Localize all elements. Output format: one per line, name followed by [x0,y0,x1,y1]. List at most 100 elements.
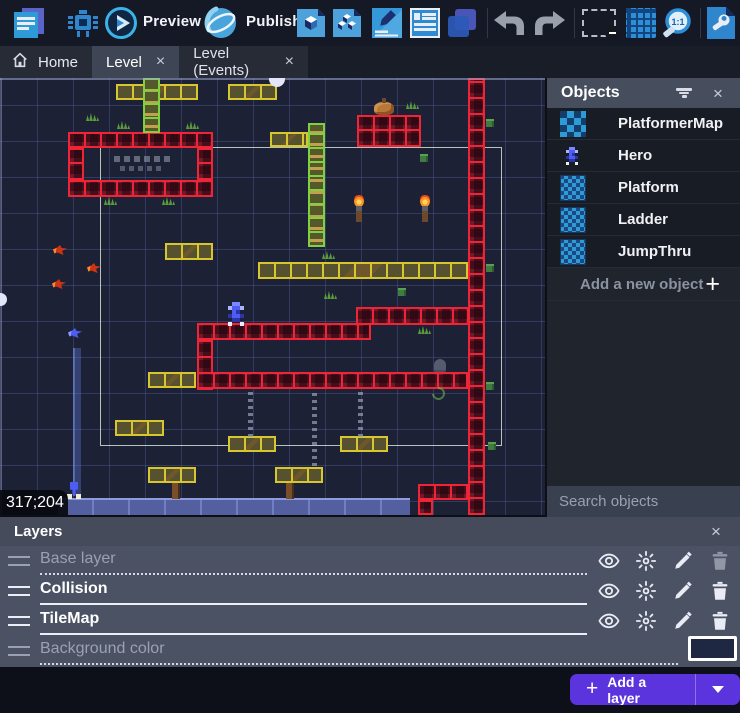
tab-level[interactable]: Level × [92,46,179,78]
tile-chain [312,389,317,466]
layer-name[interactable]: TileMap [40,610,99,628]
visibility-eye-icon[interactable] [597,549,621,573]
debug-icon[interactable] [66,6,100,45]
torch-sprite [418,194,432,222]
scene-edit-pencil-icon[interactable] [372,8,402,43]
toolbar-separator [574,8,575,38]
grass-sprite [186,120,199,129]
project-manager-icon[interactable] [12,6,46,45]
chevron-down-icon [712,686,724,693]
tab-home[interactable]: Home [0,46,92,78]
object-row-platformermap[interactable]: PlatformerMap [547,108,740,140]
trash-icon[interactable] [708,549,732,573]
hero-sprite[interactable] [228,302,232,306]
effects-icon[interactable] [634,549,658,573]
visibility-eye-icon[interactable] [597,609,621,633]
object-name: Platform [618,179,679,196]
zoom-ratio-icon[interactable]: 1:1 [660,7,694,44]
grass-sprite [86,112,99,121]
close-icon[interactable]: × [285,54,294,70]
effects-icon[interactable] [634,609,658,633]
layer-row-base-layer: Base layer [0,546,740,576]
tile-red [197,323,371,340]
object-row-platform[interactable]: Platform [547,172,740,204]
background-color-swatch[interactable] [688,636,737,661]
tab-level-events[interactable]: Level (Events) × [179,46,308,78]
object-name: JumpThru [618,243,691,260]
plus-icon: + [705,272,720,297]
svg-text:1:1: 1:1 [671,17,684,27]
objects-list: PlatformerMapHero Platform Ladder JumpThru [547,108,740,268]
preview-label[interactable]: Preview [143,13,201,30]
events-sheet-icon[interactable] [410,8,440,43]
object-search-bar [547,486,740,517]
add-layer-dropdown-button[interactable] [695,674,740,705]
deselect-icon[interactable] [582,9,616,37]
drag-handle-icon[interactable] [8,586,30,596]
edit-pencil-icon[interactable] [671,579,695,603]
redo-icon[interactable] [533,10,566,41]
close-icon[interactable]: × [156,54,165,70]
add-object-button[interactable]: Add a new object + [547,268,740,301]
undo-icon[interactable] [493,10,526,41]
add-layer-button[interactable]: + Add a layer [570,674,695,705]
layer-name[interactable]: Base layer [40,550,116,568]
drag-handle-icon[interactable] [8,556,30,566]
external-layouts-icon[interactable] [446,7,478,44]
grid-icon[interactable] [626,8,656,38]
drag-handle-icon[interactable] [8,646,30,656]
tile-ladder [308,123,325,247]
layer-row-collision: Collision [0,576,740,606]
tile-yellow [258,262,468,279]
trash-icon[interactable] [708,579,732,603]
add-object-label: Add a new object [580,276,705,293]
filter-icon[interactable] [672,81,696,105]
search-input[interactable] [559,493,740,510]
tileset-icon [560,175,586,201]
bird-sprite [87,263,101,273]
layers-panel: Layers × Base layer Collision TileMap Backg… [0,517,740,667]
close-icon[interactable]: × [704,520,728,544]
tile-red [197,148,213,180]
drag-handle-icon[interactable] [8,616,30,626]
layer-row-tilemap: TileMap [0,606,740,636]
close-icon[interactable]: × [706,81,730,105]
tile-ladder [143,78,160,133]
layers-panel-title: Layers [14,523,694,540]
trash-icon[interactable] [708,609,732,633]
tile-red [468,78,485,515]
effects-icon[interactable] [634,579,658,603]
scene-canvas[interactable]: 317;204 [0,78,545,515]
plus-icon: + [586,678,598,699]
tile-red [357,115,421,147]
tile-yellow [115,420,164,436]
layer-name[interactable]: Background color [40,640,165,658]
play-icon [104,6,138,40]
objects-panel-header: Objects × [547,78,740,108]
edit-pencil-icon[interactable] [671,609,695,633]
layer-name[interactable]: Collision [40,580,108,598]
object-row-ladder[interactable]: Ladder [547,204,740,236]
publish-label[interactable]: Publish [246,13,302,30]
tile-chain [358,389,363,437]
tile-yellow [148,372,196,388]
edit-pencil-icon[interactable] [671,549,695,573]
edit-scene-icon[interactable] [296,8,326,43]
visibility-eye-icon[interactable] [597,579,621,603]
tilemap-icon [560,111,586,137]
tile-red [418,500,433,515]
tile-light [58,498,410,515]
tile-yellow [148,467,196,483]
publish-button[interactable] [204,6,238,45]
tile-red [68,180,213,197]
scene-objects-icon[interactable] [332,8,362,43]
object-row-hero[interactable]: Hero [547,140,740,172]
tile-yellow [228,84,277,100]
tile-yellow [340,436,388,452]
tile-red [68,132,213,148]
object-row-jumpthru[interactable]: JumpThru [547,236,740,268]
vertical-scrollbar-thumb[interactable] [0,293,7,306]
tile-post [286,483,294,499]
tools-icon[interactable] [706,6,736,45]
preview-button[interactable] [104,6,138,45]
